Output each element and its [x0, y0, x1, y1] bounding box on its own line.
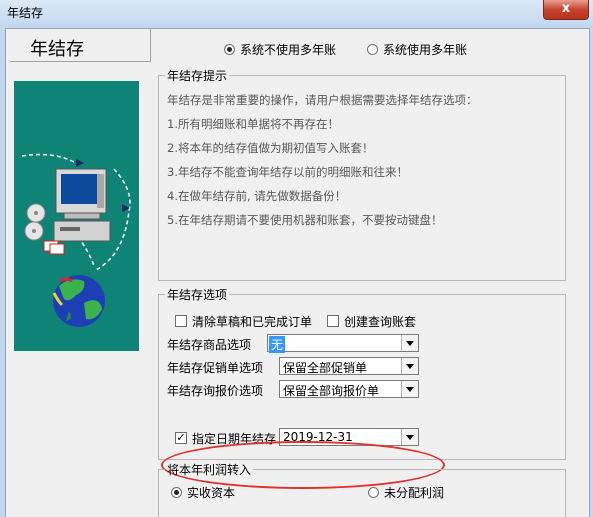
- clear-drafts-label[interactable]: 清除草稿和已完成订单: [192, 313, 312, 330]
- chevron-down-icon[interactable]: [401, 381, 418, 397]
- product-option-label: 年结存商品选项: [167, 338, 252, 352]
- paid-capital-radio[interactable]: [171, 487, 182, 498]
- product-option-value: 无: [269, 336, 286, 353]
- mode-single-year-radio[interactable]: [224, 44, 235, 55]
- tip-line-2: 2.将本年的结存值做为期初值写入账套！: [167, 141, 374, 155]
- dialog-body: 年结存 系统不使用多年账 系统使用多年账 年结存提示 年结存是非常重要的操作，请…: [5, 28, 590, 517]
- tips-legend: 年结存提示: [167, 69, 228, 83]
- quote-option-value: 保留全部询报价单: [283, 384, 380, 398]
- heading-panel: 年结存: [10, 29, 151, 62]
- tip-line-4: 4.在做年结存前, 请先做数据备份！: [167, 189, 347, 203]
- tip-line-3: 3.年结存不能查询年结存以前的明细账和往来！: [167, 165, 408, 179]
- chevron-down-icon[interactable]: [401, 429, 418, 445]
- mode-multi-year-label[interactable]: 系统使用多年账: [383, 41, 467, 58]
- options-group: 年结存选项 清除草稿和已完成订单 创建查询账套 年结存商品选项 无 年结存促销单…: [158, 286, 566, 460]
- product-option-select[interactable]: 无: [267, 334, 419, 353]
- mode-single-year-label[interactable]: 系统不使用多年账: [240, 41, 336, 58]
- illustration-image: [14, 81, 139, 351]
- mode-multi-year-radio[interactable]: [367, 44, 378, 55]
- chevron-down-icon[interactable]: [401, 358, 418, 374]
- profit-group: 将本年利润转入 实收资本 未分配利润: [158, 461, 566, 517]
- page-title: 年结存: [30, 39, 84, 60]
- tip-line-intro: 年结存是非常重要的操作，请用户根据需要选择年结存选项：: [167, 93, 478, 107]
- computer-globe-icon: [21, 153, 131, 327]
- close-icon: x: [561, 1, 571, 16]
- title-bar: 年结存 x: [0, 0, 593, 24]
- window-title: 年结存: [7, 6, 44, 20]
- options-legend: 年结存选项: [167, 288, 228, 302]
- date-option-checkbox[interactable]: ✓: [175, 432, 187, 444]
- tip-line-1: 1.所有明细账和单据将不再存在！: [167, 117, 339, 131]
- create-query-label[interactable]: 创建查询账套: [344, 313, 416, 330]
- chevron-down-icon[interactable]: [401, 335, 418, 351]
- undistributed-profit-radio[interactable]: [368, 487, 379, 498]
- promo-option-select[interactable]: 保留全部促销单: [279, 357, 419, 375]
- quote-option-select[interactable]: 保留全部询报价单: [279, 380, 419, 398]
- create-query-checkbox[interactable]: [327, 315, 339, 327]
- close-button[interactable]: x: [543, 0, 589, 20]
- tip-line-5: 5.在年结存期请不要使用机器和账套，不要按动键盘！: [167, 213, 443, 227]
- quote-option-label: 年结存询报价选项: [167, 384, 264, 398]
- promo-option-value: 保留全部促销单: [283, 361, 368, 375]
- paid-capital-label[interactable]: 实收资本: [187, 484, 235, 501]
- undistributed-profit-label[interactable]: 未分配利润: [384, 484, 444, 501]
- profit-legend: 将本年利润转入: [167, 463, 252, 477]
- promo-option-label: 年结存促销单选项: [167, 361, 264, 375]
- clear-drafts-checkbox[interactable]: [175, 315, 187, 327]
- tips-group: 年结存提示 年结存是非常重要的操作，请用户根据需要选择年结存选项： 1.所有明细…: [158, 67, 566, 281]
